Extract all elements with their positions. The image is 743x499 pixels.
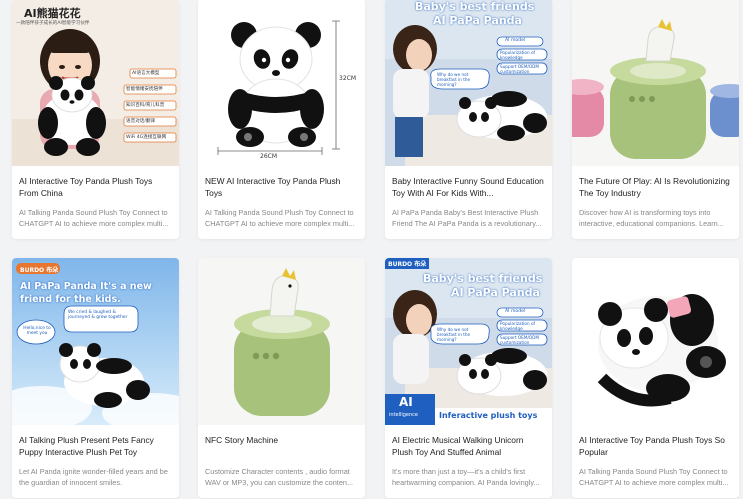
product-image-papa-panda-sky[interactable]: BURDO 布朵 AI PaPa Panda It's a new friend… <box>12 258 179 425</box>
product-description: Customize Character contents , audio for… <box>205 467 354 487</box>
product-description: AI Talking Panda Sound Plush Toy Connect… <box>19 208 169 228</box>
image-badge: Popularization of knowledge <box>500 321 536 331</box>
product-card-6[interactable]: NFC Story Machine Customize Character co… <box>198 258 365 498</box>
product-title[interactable]: AI Electric Musical Walking Unicorn Plus… <box>385 434 552 458</box>
image-tag: 知识百科/育儿科普 <box>126 103 165 108</box>
image-headline: Baby's best friends <box>415 0 535 13</box>
ai-badge: AI <box>399 395 413 409</box>
image-badge: AI model <box>505 38 526 43</box>
width-dimension-label: 26CM <box>260 153 278 160</box>
product-description: Discover how AI is transforming toys int… <box>579 208 724 228</box>
image-tag: 智能情绪安抚陪伴 <box>126 87 163 92</box>
product-image-papa-panda-interactive[interactable]: BURDO 布朵 Baby's best friends AI PaPa Pan… <box>385 258 552 425</box>
product-card-2[interactable]: 32CM 26CM NEW AI Interactive Toy Panda P… <box>198 0 365 239</box>
product-card-5[interactable]: BURDO 布朵 AI PaPa Panda It's a new friend… <box>12 258 179 498</box>
image-headline: Baby's best friends <box>423 272 543 285</box>
product-card-7[interactable]: BURDO 布朵 Baby's best friends AI PaPa Pan… <box>385 258 552 498</box>
product-grid: AI熊猫花花 一款陪伴孩子成长的AI智能学习伙伴 AI语言大模型 智能情绪安抚陪… <box>0 0 743 499</box>
image-footer-label: Inferactive plush toys <box>439 411 538 420</box>
product-title[interactable]: The Future Of Play: AI Is Revolutionizin… <box>572 175 739 199</box>
height-dimension-label: 32CM <box>339 75 357 82</box>
product-image-story-machines[interactable] <box>572 0 739 166</box>
speech-bubble: We cried & laughed & journeyed & grew to… <box>68 310 128 320</box>
speech-bubble: Hello,nice to meet you <box>23 326 51 336</box>
product-description: AI Talking Panda Sound Plush Toy Connect… <box>205 208 355 228</box>
image-tag: WiFi 4G连接互联网 <box>126 135 167 140</box>
image-subheading: 一款陪伴孩子成长的AI智能学习伙伴 <box>16 21 90 26</box>
image-tag: 语音对话/翻译 <box>126 119 156 124</box>
product-image-papa-panda[interactable]: Baby's best friends AI PaPa Panda AI mod… <box>385 0 552 166</box>
product-title[interactable]: NEW AI Interactive Toy Panda Plush Toys <box>198 175 365 199</box>
image-headline: AI PaPa Panda <box>433 14 522 27</box>
product-description: Let AI Panda ignite wonder-filled years … <box>19 467 168 487</box>
panda-plush-illustration <box>198 0 365 166</box>
image-heading: AI熊猫花花 <box>24 7 81 20</box>
product-title[interactable]: AI Talking Plush Present Pets Fancy Pupp… <box>12 434 179 458</box>
product-image-panda-dimensions[interactable]: 32CM 26CM <box>198 0 365 166</box>
image-headline: AI PaPa Panda <box>451 286 540 299</box>
product-title[interactable]: AI Interactive Toy Panda Plush Toys So P… <box>572 434 739 458</box>
image-badge: Popularization of knowledge <box>500 50 536 60</box>
brand-logo: BURDO 布朵 <box>388 261 427 268</box>
story-machines-illustration <box>572 0 739 166</box>
image-badge: AI model <box>505 309 526 314</box>
product-card-3[interactable]: Baby's best friends AI PaPa Panda AI mod… <box>385 0 552 239</box>
product-title[interactable]: Baby Interactive Funny Sound Education T… <box>385 175 552 199</box>
image-tag: AI语言大模型 <box>132 71 160 76</box>
product-title[interactable]: AI Interactive Toy Panda Plush Toys From… <box>12 175 179 199</box>
product-image-girl-with-panda[interactable]: AI熊猫花花 一款陪伴孩子成长的AI智能学习伙伴 AI语言大模型 智能情绪安抚陪… <box>12 0 179 166</box>
ai-badge-caption: intelligence <box>389 412 419 418</box>
product-card-1[interactable]: AI熊猫花花 一款陪伴孩子成长的AI智能学习伙伴 AI语言大模型 智能情绪安抚陪… <box>12 0 179 239</box>
product-description: AI Talking Panda Sound Plush Toy Connect… <box>579 467 729 487</box>
image-headline: AI PaPa Panda It's a new friend for the … <box>20 281 152 305</box>
nfc-story-machine-illustration <box>198 258 365 425</box>
product-image-nfc-story-machine[interactable] <box>198 258 365 425</box>
speech-bubble: Why do we not breakfast in the morning? <box>437 72 471 87</box>
brand-logo: BURDO 布朵 <box>20 267 59 274</box>
speech-bubble: Why do we not breakfast in the morning? <box>437 327 471 342</box>
product-description: It's more than just a toy—it's a child's… <box>392 467 540 487</box>
product-title[interactable]: NFC Story Machine <box>198 434 365 458</box>
panda-lying-illustration <box>572 258 739 425</box>
product-description: AI PaPa Panda Baby's Best Interactive Pl… <box>392 208 542 228</box>
product-image-panda-lying[interactable] <box>572 258 739 425</box>
image-badge: Support OEM/ODM customization <box>500 64 539 74</box>
product-card-8[interactable]: AI Interactive Toy Panda Plush Toys So P… <box>572 258 739 498</box>
image-badge: Support OEM/ODM customization <box>500 335 539 345</box>
product-card-4[interactable]: The Future Of Play: AI Is Revolutionizin… <box>572 0 739 239</box>
